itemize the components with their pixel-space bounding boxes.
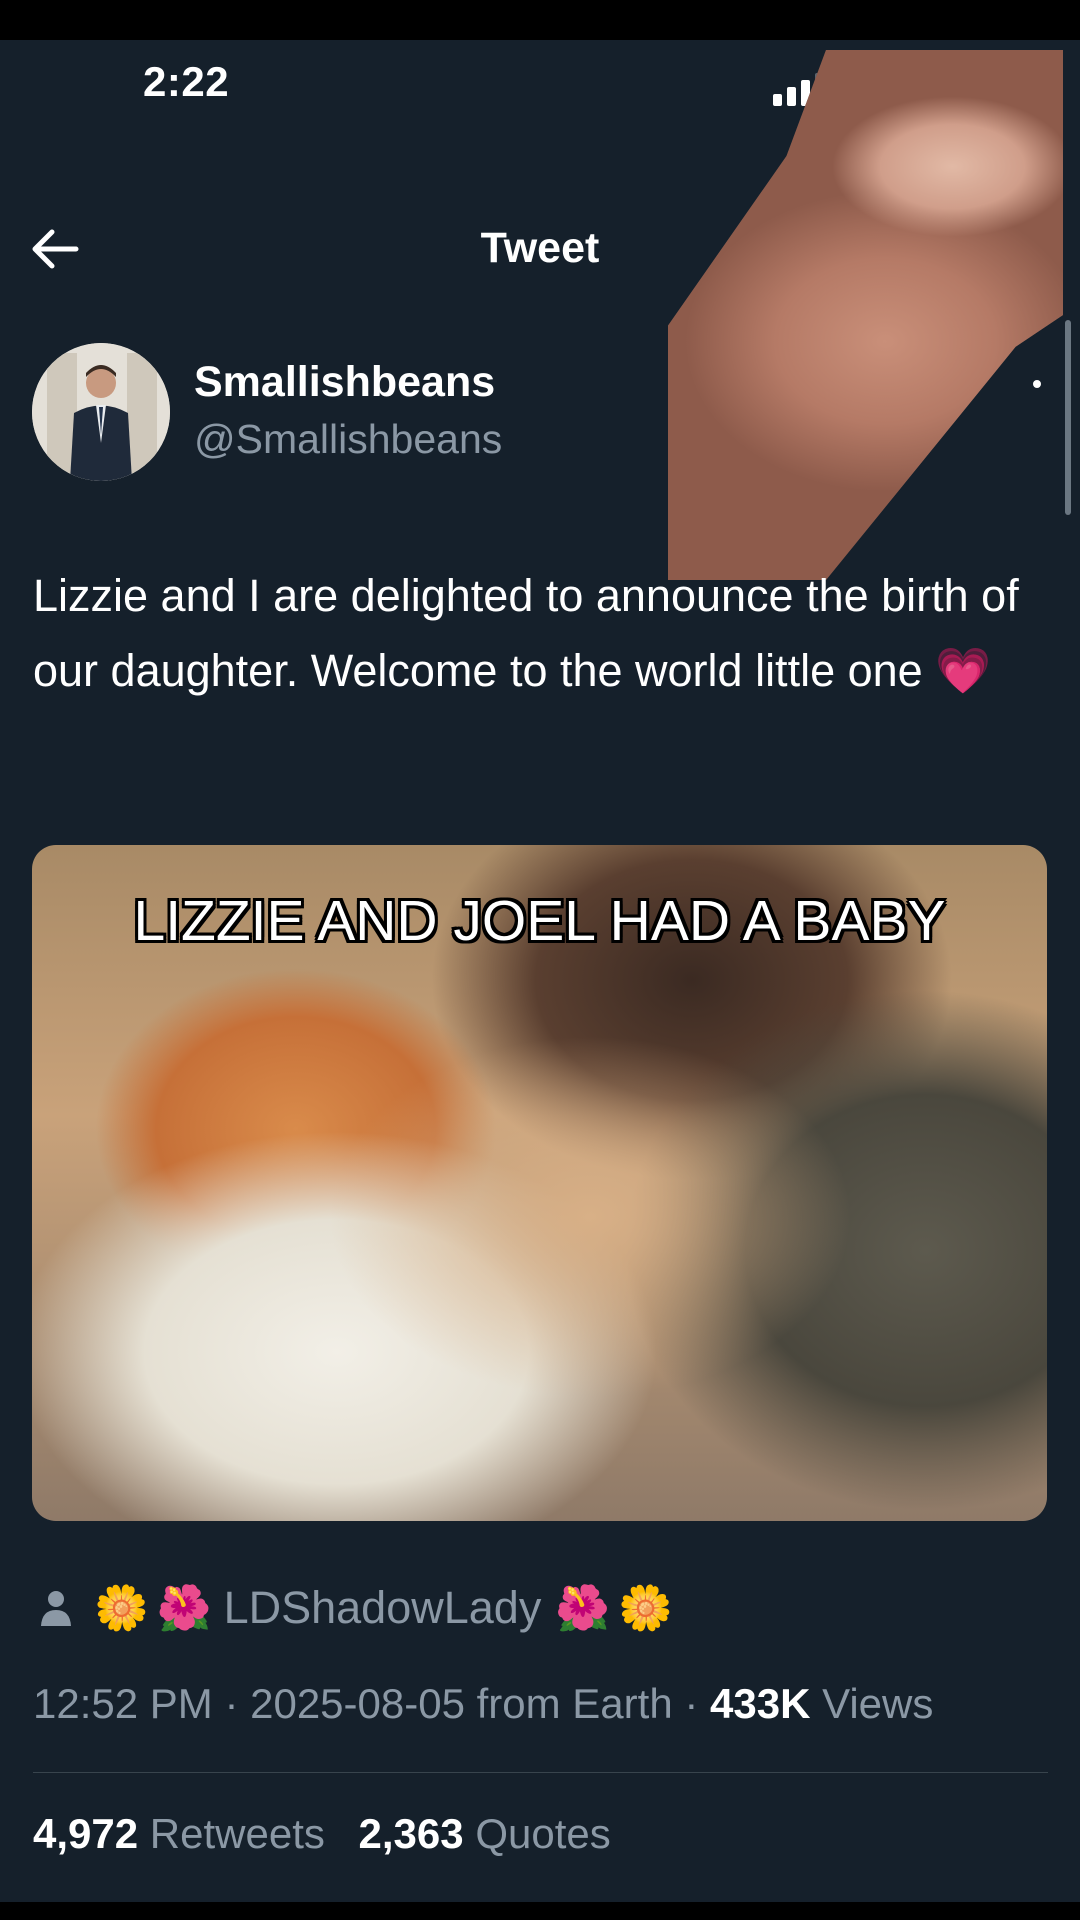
audience-name: LDShadowLady [223,1582,542,1633]
tweet-meta: 12:52 PM · 2025-08-05 from Earth · 433K … [33,1680,934,1727]
tweet-date: 2025-08-05 [250,1680,465,1727]
author-display-name[interactable]: Smallishbeans [194,358,495,407]
media-caption: LIZZIE AND JOEL HAD A BABY [133,889,946,953]
hibiscus-emoji: 🌺 [555,1584,611,1633]
quotes-count: 2,363 [358,1810,464,1857]
tweet-stats: 4,972 Retweets 2,363 Quotes [33,1810,633,1858]
quotes-label: Quotes [475,1810,611,1857]
page-title: Tweet [480,224,600,272]
tweet-media-image[interactable]: LIZZIE AND JOEL HAD A BABY [32,845,1047,1521]
tweet-source: from Earth [476,1680,673,1727]
tweet-time: 12:52 PM [33,1680,213,1727]
tweet-text: Lizzie and I are delighted to announce t… [33,558,1053,708]
retweets-stat[interactable]: 4,972 Retweets [33,1810,337,1857]
hibiscus-emoji: 🌺 [156,1584,212,1633]
more-options-icon[interactable] [1033,380,1041,388]
bottom-bar [0,1902,1080,1920]
person-icon [41,1591,71,1626]
divider [33,1772,1048,1773]
avatar[interactable] [32,343,170,481]
retweets-count: 4,972 [33,1810,139,1857]
quotes-stat[interactable]: 2,363 Quotes [359,1810,611,1857]
sunflower-emoji: 🌼 [94,1584,149,1633]
retweets-label: Retweets [149,1810,325,1857]
tweet-body: Lizzie and I are delighted to announce t… [33,570,1019,696]
views-count: 433K [710,1680,811,1727]
author-handle[interactable]: @Smallishbeans [194,416,502,463]
pink-heart-emoji: 💗 [935,645,992,696]
avatar-image [32,343,170,481]
status-time: 2:22 [143,58,230,105]
sunflower-emoji: 🌼 [618,1584,673,1633]
views-label: Views [822,1680,934,1727]
scrollbar[interactable] [1065,320,1071,515]
audience-row[interactable]: 🌼 🌺 LDShadowLady 🌺 🌼 [38,1578,681,1638]
